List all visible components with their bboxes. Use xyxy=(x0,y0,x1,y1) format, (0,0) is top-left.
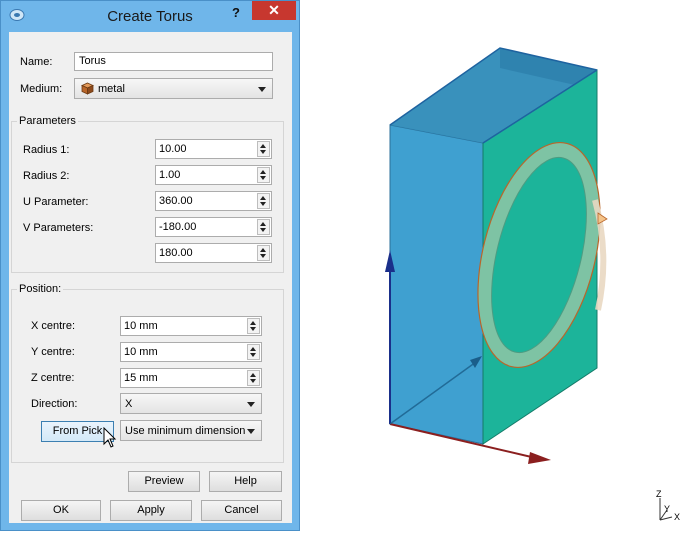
3d-viewport[interactable]: Z Y X xyxy=(300,0,680,540)
triad-y-label: Y xyxy=(664,504,670,514)
radius1-spinbox[interactable]: 10.00 xyxy=(155,139,272,159)
v-parameter-end-value: 180.00 xyxy=(159,247,193,259)
spin-arrows-icon[interactable] xyxy=(257,219,270,235)
chevron-down-icon xyxy=(258,87,266,92)
x-centre-spinbox[interactable]: 10 mm xyxy=(120,316,262,336)
spin-arrows-icon[interactable] xyxy=(247,344,260,360)
u-parameter-value: 360.00 xyxy=(159,195,193,207)
spin-arrows-icon[interactable] xyxy=(257,167,270,183)
spin-arrows-icon[interactable] xyxy=(257,245,270,261)
dimension-value: Use minimum dimension xyxy=(125,425,246,437)
u-parameter-spinbox[interactable]: 360.00 xyxy=(155,191,272,211)
v-parameter-start-value: -180.00 xyxy=(159,221,197,233)
medium-select[interactable]: metal xyxy=(74,78,273,99)
spin-arrows-icon[interactable] xyxy=(247,318,260,334)
radius2-value: 1.00 xyxy=(159,169,181,181)
v-parameter-end-spinbox[interactable]: 180.00 xyxy=(155,243,272,263)
spin-arrows-icon[interactable] xyxy=(257,193,270,209)
triad-x-label: X xyxy=(674,512,680,522)
z-centre-spinbox[interactable]: 15 mm xyxy=(120,368,262,388)
direction-label: Direction: xyxy=(31,398,78,410)
direction-select[interactable]: X xyxy=(120,393,262,414)
medium-label: Medium: xyxy=(20,83,63,95)
mouse-cursor-icon xyxy=(103,427,117,448)
radius1-label: Radius 1: xyxy=(23,144,70,156)
dialog-body: Name: Torus Medium: metal Parameters Rad… xyxy=(9,32,292,523)
x-centre-label: X centre: xyxy=(31,320,76,332)
ok-button[interactable]: OK xyxy=(21,500,101,521)
cancel-button[interactable]: Cancel xyxy=(201,500,282,521)
chevron-down-icon xyxy=(247,429,255,434)
x-centre-value: 10 mm xyxy=(124,320,158,332)
help-title-button[interactable]: ? xyxy=(225,4,247,22)
orientation-triad: Z Y X xyxy=(656,489,680,522)
y-centre-label: Y centre: xyxy=(31,346,75,358)
u-parameter-label: U Parameter: xyxy=(23,196,89,208)
box-left-face xyxy=(389,124,484,445)
title-bar[interactable]: Create Torus ? ✕ xyxy=(1,1,299,31)
apply-button[interactable]: Apply xyxy=(110,500,192,521)
x-axis-arrow-icon xyxy=(528,452,551,464)
y-centre-spinbox[interactable]: 10 mm xyxy=(120,342,262,362)
spin-arrows-icon[interactable] xyxy=(257,141,270,157)
spin-arrows-icon[interactable] xyxy=(247,370,260,386)
name-label: Name: xyxy=(20,56,53,68)
help-button[interactable]: Help xyxy=(209,471,282,492)
preview-button[interactable]: Preview xyxy=(128,471,200,492)
chevron-down-icon xyxy=(247,402,255,407)
close-button[interactable]: ✕ xyxy=(252,1,296,20)
direction-value: X xyxy=(125,398,133,410)
create-torus-dialog: Create Torus ? ✕ Name: Torus Medium: met… xyxy=(0,0,300,531)
dimension-select[interactable]: Use minimum dimension xyxy=(120,420,262,441)
radius1-value: 10.00 xyxy=(159,143,187,155)
name-input[interactable]: Torus xyxy=(74,52,273,71)
triad-z-label: Z xyxy=(656,489,662,499)
radius2-spinbox[interactable]: 1.00 xyxy=(155,165,272,185)
v-parameter-start-spinbox[interactable]: -180.00 xyxy=(155,217,272,237)
medium-value: metal xyxy=(98,83,125,95)
y-centre-value: 10 mm xyxy=(124,346,158,358)
radius2-label: Radius 2: xyxy=(23,170,70,182)
v-parameters-label: V Parameters: xyxy=(23,222,94,234)
position-group-title: Position: xyxy=(17,283,64,295)
parameters-group-title: Parameters xyxy=(17,115,78,127)
metal-cube-icon xyxy=(81,82,94,95)
z-centre-value: 15 mm xyxy=(124,372,158,384)
z-centre-label: Z centre: xyxy=(31,372,75,384)
